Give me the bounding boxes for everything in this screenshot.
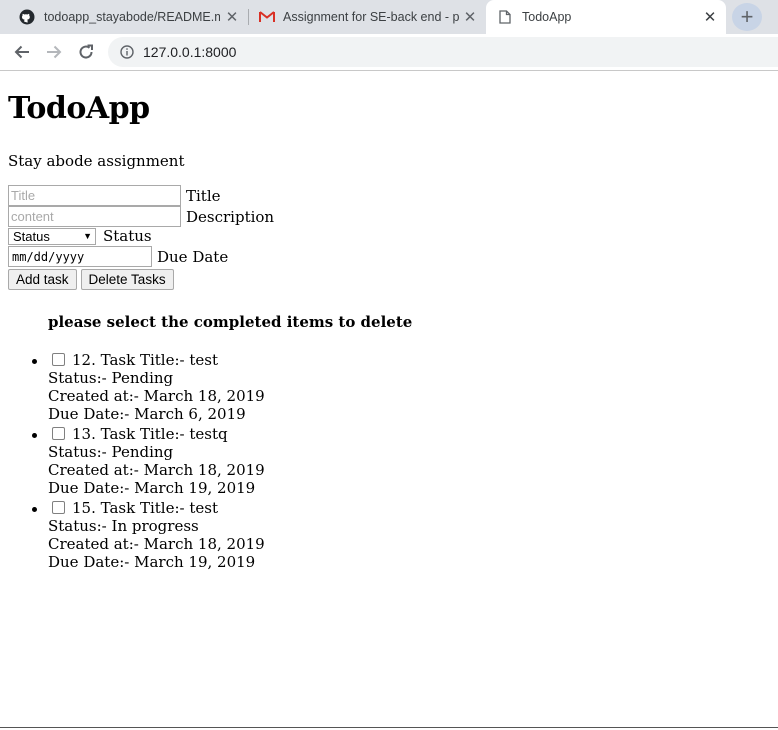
page-icon [499,10,511,24]
forward-button[interactable] [42,40,66,64]
status-row: Status ▼ Status [8,227,152,245]
task-status: Status:- Pending [48,443,174,461]
task-title: 15. Task Title:- test [72,499,218,517]
tab-gmail-assignment[interactable]: Assignment for SE-back end - pa ✕ [249,0,486,34]
due-date-label: Due Date [157,247,229,266]
tab-strip: todoapp_stayabode/README.md ✕ Assignment… [0,0,778,34]
url-text: 127.0.0.1:8000 [143,44,237,60]
task-status: Status:- In progress [48,517,199,535]
address-bar[interactable]: 127.0.0.1:8000 [108,37,778,67]
date-placeholder: mm/dd/yyyy [12,249,85,264]
bullet-icon [32,433,37,438]
task-title: 13. Task Title:- testq [72,425,228,443]
due-date-row: mm/dd/yyyy Due Date [8,246,228,267]
tab-label: Assignment for SE-back end - pa [283,10,459,24]
delete-tasks-button[interactable]: Delete Tasks [80,269,174,290]
page-title: TodoApp [8,91,150,126]
bullet-icon [32,507,37,512]
new-tab-button[interactable]: + [732,3,762,31]
browser-toolbar: 127.0.0.1:8000 [0,34,778,71]
description-label: Description [186,207,275,226]
button-row: Add task Delete Tasks [8,269,174,290]
task-due-date: Due Date:- March 19, 2019 [48,553,256,571]
content-row: Description [8,206,274,227]
forward-arrow-icon [47,45,62,59]
gmail-icon [259,11,275,22]
window-bottom-border [0,727,778,728]
task-created: Created at:- March 18, 2019 [48,461,265,479]
page-content: TodoApp Stay abode assignment Title Desc… [0,71,778,727]
reload-icon [79,44,93,59]
page-subtitle: Stay abode assignment [8,152,185,170]
tab-todoapp[interactable]: TodoApp ✕ [486,0,726,34]
close-icon[interactable]: ✕ [462,8,478,26]
tab-github-readme[interactable]: todoapp_stayabode/README.md ✕ [0,0,248,34]
status-label: Status [103,227,152,245]
task-due-date: Due Date:- March 19, 2019 [48,479,256,497]
title-label: Title [186,186,221,205]
bullet-icon [32,359,37,364]
task-status: Status:- Pending [48,369,174,387]
tab-label: TodoApp [522,10,572,24]
content-input[interactable] [8,206,181,227]
reload-button[interactable] [74,40,98,64]
status-selected-value: Status [13,228,50,244]
back-arrow-icon [14,45,29,59]
github-icon [19,9,35,25]
task-due-date: Due Date:- March 6, 2019 [48,405,246,423]
task-checkbox[interactable] [52,501,65,514]
task-checkbox[interactable] [52,353,65,366]
dropdown-arrow-icon: ▼ [83,230,92,241]
back-button[interactable] [10,40,34,64]
info-icon[interactable] [120,45,134,59]
task-created: Created at:- March 18, 2019 [48,535,265,553]
title-input[interactable] [8,185,181,206]
add-task-button[interactable]: Add task [8,269,77,290]
title-row: Title [8,185,221,206]
task-checkbox[interactable] [52,427,65,440]
task-created: Created at:- March 18, 2019 [48,387,265,405]
plus-icon: + [740,4,754,29]
close-icon[interactable]: ✕ [702,8,718,26]
tab-label: todoapp_stayabode/README.md [44,10,220,24]
delete-instruction: please select the completed items to del… [48,313,413,331]
task-title: 12. Task Title:- test [72,351,218,369]
close-icon[interactable]: ✕ [224,8,240,26]
due-date-input[interactable]: mm/dd/yyyy [8,246,152,267]
status-select[interactable]: Status ▼ [8,227,96,245]
